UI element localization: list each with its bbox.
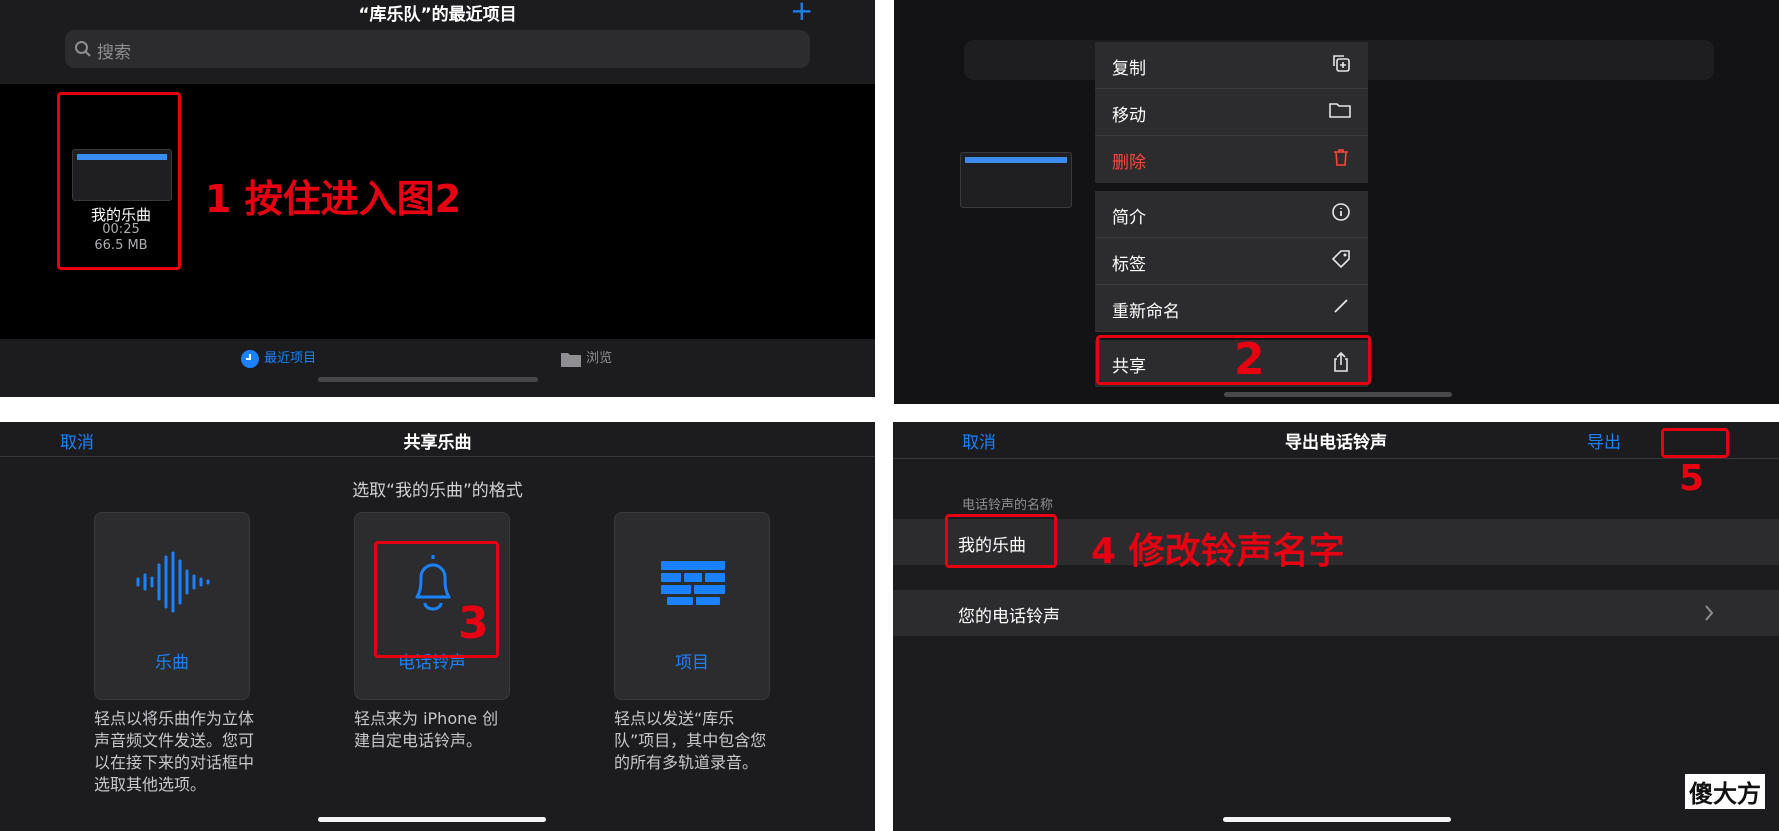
option-project-desc: 轻点以发送“库乐队”项目，其中包含您的所有多轨道录音。 [614, 709, 767, 772]
page-title: 共享乐曲 [403, 433, 472, 453]
annotation-step-1: 1 按住进入图2 [205, 177, 462, 221]
page-title: 导出电话铃声 [1285, 433, 1387, 453]
menu-label: 标签 [1112, 255, 1146, 275]
menu-item-rename[interactable]: 重新命名 [1095, 285, 1368, 332]
option-song-desc: 轻点以将乐曲作为立体声音频文件发送。您可以在接下来的对话框中选取其他选项。 [94, 709, 255, 794]
panel-export-ringtone: 取消 导出电话铃声 导出 5 电话铃声的名称 我的乐曲 4 修改铃声名字 您的电… [893, 422, 1779, 831]
add-icon[interactable]: + [790, 0, 813, 27]
duplicate-icon [1333, 55, 1350, 72]
page-title: “库乐队”的最近项目 [358, 5, 517, 25]
format-subtitle: 选取“我的乐曲”的格式 [352, 481, 523, 501]
menu-label: 复制 [1112, 59, 1146, 79]
option-ringtone-desc: 轻点来为 iPhone 创建自定电话铃声。 [354, 709, 499, 750]
name-caption: 电话铃声的名称 [962, 498, 1054, 513]
waveform-icon [136, 551, 210, 613]
chevron-right-icon [1705, 605, 1714, 621]
home-indicator [1223, 817, 1451, 822]
option-project[interactable]: 项目 [614, 512, 770, 700]
folder-icon [1329, 103, 1351, 118]
trash-icon [1334, 149, 1348, 166]
folder-icon [561, 352, 581, 367]
option-song[interactable]: 乐曲 [94, 512, 250, 700]
annotation-step-2: 2 [1234, 334, 1265, 385]
annotation-step-5: 5 [1679, 458, 1705, 499]
tab-browse[interactable]: 浏览 [560, 347, 612, 368]
tag-icon [1331, 250, 1350, 269]
header: “库乐队”的最近项目 + 搜索 [0, 0, 875, 84]
file-duration: 00:25 [102, 222, 140, 237]
menu-item-move[interactable]: 移动 [1095, 89, 1368, 136]
home-indicator [318, 817, 546, 822]
home-indicator [318, 377, 538, 382]
annotation-step-4: 4 修改铃声名字 [1091, 531, 1345, 572]
your-ringtones-row[interactable]: 您的电话铃声 [893, 590, 1779, 636]
search-input[interactable]: 搜索 [65, 30, 810, 68]
panel-share-song: 取消 共享乐曲 选取“我的乐曲”的格式 乐曲 电话铃声 项目 轻点以将乐曲作为立… [0, 422, 875, 831]
panel-recent-projects: “库乐队”的最近项目 + 搜索 我的乐曲 00:25 66.5 MB 1 按住进… [0, 0, 875, 397]
your-ringtones-label: 您的电话铃声 [958, 607, 1060, 627]
tracks-icon [661, 561, 725, 605]
panel-context-menu: 复制 移动 删除 简介 标签 重新命名 共享 2 [894, 0, 1779, 404]
menu-item-info[interactable]: 简介 [1095, 191, 1368, 238]
search-icon [75, 41, 91, 57]
file-size: 66.5 MB [94, 238, 148, 253]
tab-recent-label: 最近项目 [264, 351, 317, 366]
menu-item-tags[interactable]: 标签 [1095, 238, 1368, 285]
option-song-label: 乐曲 [155, 653, 189, 673]
home-indicator [1224, 392, 1452, 397]
nav-bar: 取消 共享乐曲 [0, 422, 875, 457]
export-button[interactable]: 导出 [1587, 428, 1621, 453]
watermark-logo: 傻大方 [1685, 774, 1765, 809]
menu-item-delete[interactable]: 删除 [1095, 136, 1368, 183]
clock-icon [241, 349, 259, 368]
tab-recent[interactable]: 最近项目 [240, 347, 316, 369]
project-thumbnail[interactable] [72, 149, 172, 201]
tab-bar: 最近项目 浏览 [0, 339, 875, 397]
menu-item-duplicate[interactable]: 复制 [1095, 42, 1368, 89]
pencil-icon [1334, 299, 1348, 313]
highlight-box-4 [945, 514, 1057, 568]
nav-bar: 取消 导出电话铃声 导出 [893, 422, 1779, 459]
menu-label: 移动 [1112, 106, 1146, 126]
menu-separator [1095, 183, 1368, 191]
menu-label: 删除 [1112, 153, 1146, 173]
search-placeholder: 搜索 [97, 43, 131, 63]
highlight-box-5 [1661, 428, 1729, 458]
tab-browse-label: 浏览 [586, 351, 613, 366]
option-project-label: 项目 [675, 653, 709, 673]
annotation-step-3: 3 [458, 598, 489, 649]
info-icon [1332, 203, 1350, 221]
menu-label: 重新命名 [1112, 302, 1180, 322]
project-thumbnail [960, 152, 1072, 208]
menu-label: 简介 [1112, 208, 1146, 228]
